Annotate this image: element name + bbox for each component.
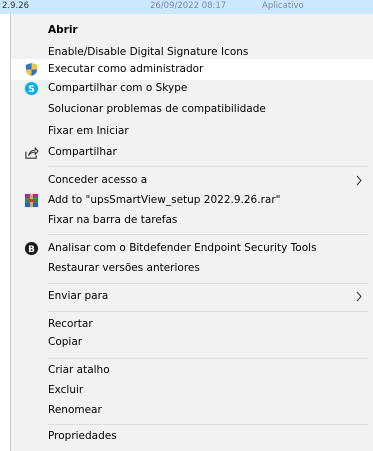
- menu-separator: [48, 283, 368, 284]
- menu-item-delete[interactable]: Excluir: [11, 380, 373, 401]
- menu-item-label: Conceder acesso a: [48, 174, 148, 186]
- menu-item-compatibility[interactable]: Solucionar problemas de compatibilidade: [11, 99, 373, 120]
- menu-item-label: Add to "upsSmartView_setup 2022.9.26.rar…: [48, 194, 281, 206]
- menu-item-label: Executar como administrador: [48, 63, 204, 75]
- menu-item-rename[interactable]: Renomear: [11, 400, 373, 421]
- svg-text:B: B: [28, 245, 35, 255]
- svg-text:S: S: [28, 84, 35, 95]
- menu-item-create-shortcut[interactable]: Criar atalho: [11, 360, 373, 381]
- menu-item-pin-taskbar[interactable]: Fixar na barra de tarefas: [11, 210, 373, 231]
- menu-item-label: Analisar com o Bitdefender Endpoint Secu…: [48, 242, 317, 254]
- menu-item-run-as-admin[interactable]: Executar como administrador: [11, 59, 373, 80]
- menu-item-properties[interactable]: Propriedades: [11, 426, 373, 447]
- menu-separator: [48, 424, 368, 425]
- menu-item-label: Fixar em Iniciar: [48, 125, 129, 137]
- menu-item-label: Compartilhar com o Skype: [48, 82, 188, 94]
- file-date-fragment: 26/09/2022 08:17: [150, 1, 227, 11]
- selected-file-row[interactable]: 2.9.26 26/09/2022 08:17 Aplicativo: [0, 0, 373, 14]
- menu-item-send-to[interactable]: Enviar para: [11, 286, 373, 307]
- menu-item-label: Renomear: [48, 404, 102, 416]
- menu-item-label: Abrir: [48, 24, 78, 36]
- share-icon: [25, 147, 39, 159]
- menu-item-label: Enviar para: [48, 290, 109, 302]
- menu-item-label: Restaurar versões anteriores: [48, 262, 200, 274]
- bitdefender-icon: B: [24, 241, 39, 256]
- file-name-fragment: 2.9.26: [2, 1, 30, 11]
- menu-item-label: Criar atalho: [48, 364, 110, 376]
- menu-item-label: Compartilhar: [48, 146, 117, 158]
- menu-item-skype-share[interactable]: S Compartilhar com o Skype: [11, 78, 373, 99]
- menu-item-label: Copiar: [48, 336, 83, 348]
- menu-item-label: Excluir: [48, 384, 84, 396]
- menu-item-label: Propriedades: [48, 430, 117, 442]
- winrar-icon: [24, 193, 39, 208]
- skype-icon: S: [24, 81, 39, 96]
- menu-item-bitdefender-scan[interactable]: B Analisar com o Bitdefender Endpoint Se…: [11, 238, 373, 259]
- menu-item-restore-versions[interactable]: Restaurar versões anteriores: [11, 258, 373, 279]
- menu-item-grant-access[interactable]: Conceder acesso a: [11, 170, 373, 191]
- chevron-right-icon: [356, 291, 362, 302]
- menu-item-abrir[interactable]: Abrir: [11, 20, 373, 41]
- explorer-left-edge: [0, 14, 10, 451]
- menu-item-copy[interactable]: Copiar: [11, 332, 373, 353]
- menu-item-add-to-rar[interactable]: Add to "upsSmartView_setup 2022.9.26.rar…: [11, 190, 373, 211]
- menu-separator: [48, 311, 368, 312]
- menu-separator: [48, 358, 368, 359]
- menu-item-pin-start[interactable]: Fixar em Iniciar: [11, 121, 373, 142]
- menu-item-share[interactable]: Compartilhar: [11, 142, 373, 163]
- file-type-fragment: Aplicativo: [262, 1, 304, 11]
- menu-item-label: Fixar na barra de tarefas: [48, 214, 178, 226]
- menu-separator: [48, 234, 368, 235]
- uac-shield-icon: [25, 62, 38, 77]
- menu-separator: [48, 166, 368, 167]
- context-menu: Abrir Enable/Disable Digital Signature I…: [10, 14, 373, 451]
- chevron-right-icon: [356, 175, 362, 186]
- menu-item-label: Solucionar problemas de compatibilidade: [48, 103, 266, 115]
